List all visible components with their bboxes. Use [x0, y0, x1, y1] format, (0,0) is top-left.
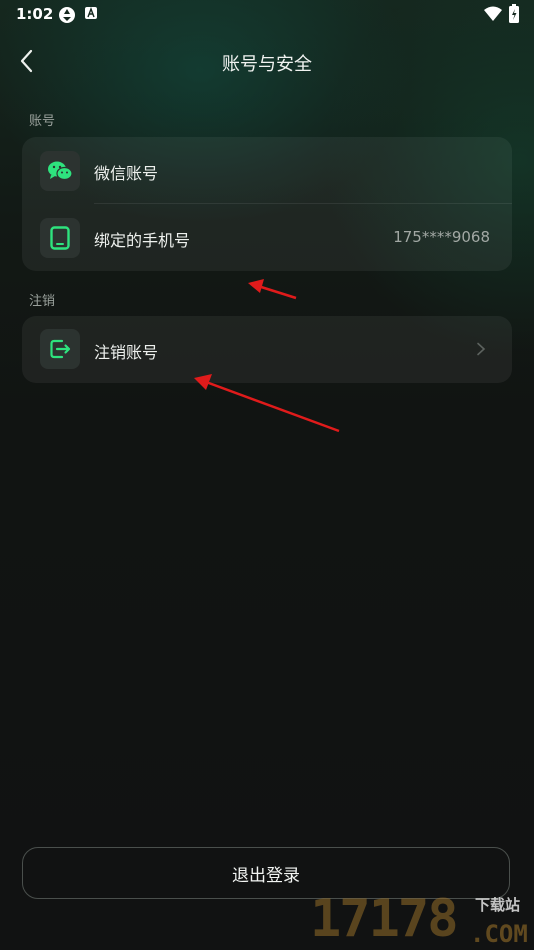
page-title: 账号与安全: [222, 54, 312, 75]
bound-phone-row[interactable]: 绑定的手机号 175****9068: [22, 204, 512, 272]
section-label-account: 账号: [29, 114, 56, 129]
bound-phone-label: 绑定的手机号: [94, 231, 191, 250]
cancel-account-label: 注销账号: [94, 343, 159, 362]
account-card: 微信账号 绑定的手机号 175****9068: [22, 137, 512, 271]
annotation-arrow-phone: [248, 279, 297, 300]
watermark: 17178 下载站 .COM: [310, 888, 534, 950]
wechat-account-label: 微信账号: [94, 164, 159, 183]
phone-icon: [40, 218, 80, 258]
status-bar: 1:02: [0, 0, 534, 28]
app-notification-icon: [85, 7, 97, 19]
section-label-cancel: 注销: [29, 294, 56, 309]
wechat-account-row[interactable]: 微信账号: [22, 137, 512, 205]
logout-icon: [40, 329, 80, 369]
status-time: 1:02: [16, 5, 54, 23]
header: 账号与安全: [0, 38, 534, 86]
bound-phone-value: 175****9068: [393, 228, 490, 246]
chevron-right-icon: [477, 342, 486, 356]
watermark-site: 下载站: [475, 896, 521, 914]
wifi-icon: [484, 6, 502, 21]
cancel-card: 注销账号: [22, 316, 512, 383]
battery-icon: [509, 4, 519, 23]
cancel-account-row[interactable]: 注销账号: [22, 316, 512, 383]
watermark-number: 17178: [310, 889, 459, 949]
watermark-domain: .COM: [470, 920, 528, 948]
wechat-icon: [40, 151, 80, 191]
aperture-icon: [59, 7, 75, 23]
